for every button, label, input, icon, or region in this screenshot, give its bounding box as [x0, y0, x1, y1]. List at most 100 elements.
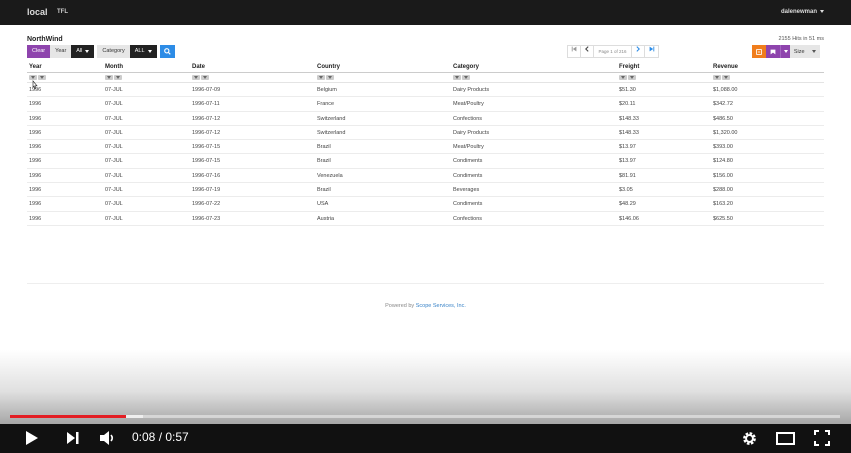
- table-tools: Size: [752, 45, 820, 58]
- theater-mode-icon[interactable]: [776, 432, 795, 445]
- table-cell: Meat/Poultry: [453, 144, 484, 151]
- table-cell: Switzerland: [317, 115, 346, 122]
- filter-toolbar: Clear Year All Category ALL: [27, 45, 175, 58]
- table-cell: Confections: [453, 215, 483, 222]
- table-cell: $13.97: [619, 158, 636, 165]
- progress-bar[interactable]: [10, 415, 840, 418]
- table-cell: Brazil: [317, 187, 331, 194]
- chevron-down-icon: [820, 9, 824, 13]
- nav-link-tfl[interactable]: TFL: [57, 9, 68, 15]
- table-row: 1996 07-JUL 1996-07-15 Brazil Meat/Poultry $1…: [27, 140, 824, 155]
- search-button[interactable]: [159, 45, 175, 58]
- table-cell: $1,320.00: [713, 129, 738, 136]
- table-cell: Condiments: [453, 172, 483, 179]
- sort-desc-button[interactable]: [38, 75, 46, 80]
- powered-link[interactable]: Scope Services, Inc.: [416, 303, 466, 309]
- table-cell: France: [317, 101, 335, 108]
- next-page-button[interactable]: [632, 46, 645, 57]
- table-cell: $163.20: [713, 201, 733, 208]
- table-cell: 07-JUL: [105, 101, 123, 108]
- table-cell: Austria: [317, 215, 335, 222]
- sort-buttons: [192, 75, 209, 80]
- table-cell: 07-JUL: [105, 129, 123, 136]
- table-cell: Confections: [453, 115, 483, 122]
- table-cell: 1996-07-22: [192, 201, 221, 208]
- last-page-button[interactable]: [645, 46, 658, 57]
- sort-asc-button[interactable]: [192, 75, 200, 80]
- sort-asc-button[interactable]: [317, 75, 325, 80]
- pagination: Page 1 of 216: [567, 45, 659, 58]
- page-size-label: Size: [793, 48, 805, 55]
- user-menu[interactable]: dalenewman: [781, 9, 824, 15]
- table-row: 1996 07-JUL 1996-07-12 Switzerland Dairy Pro…: [27, 126, 824, 141]
- first-page-button[interactable]: [568, 46, 581, 57]
- play-icon[interactable]: [25, 430, 39, 446]
- table-cell: $288.00: [713, 187, 733, 194]
- table-row: 1996 07-JUL 1996-07-19 Brazil Beverages $3.05…: [27, 183, 824, 198]
- brand-link[interactable]: local: [27, 7, 48, 17]
- sort-desc-button[interactable]: [628, 75, 636, 80]
- table-cell: $486.50: [713, 115, 733, 122]
- sort-desc-button[interactable]: [722, 75, 730, 80]
- column-header[interactable]: Freight: [619, 64, 639, 70]
- table-header: Year Month Date Country Category Freight Reven…: [27, 62, 824, 73]
- column-header[interactable]: Date: [192, 64, 205, 70]
- sort-buttons: [619, 75, 636, 80]
- table-cell: Condiments: [453, 201, 483, 208]
- category-filter-dropdown[interactable]: ALL: [129, 45, 157, 58]
- sort-buttons: [453, 75, 470, 80]
- mouse-cursor-icon: [32, 80, 38, 90]
- chevron-down-icon: [85, 50, 90, 53]
- sort-desc-button[interactable]: [114, 75, 122, 80]
- sort-asc-button[interactable]: [713, 75, 721, 80]
- clear-button[interactable]: Clear: [27, 45, 51, 58]
- table-cell: Venezuela: [317, 172, 343, 179]
- sort-asc-button[interactable]: [619, 75, 627, 80]
- table-cell: 07-JUL: [105, 158, 123, 165]
- chevron-down-icon: [812, 50, 817, 53]
- bookmark-dropdown[interactable]: [780, 45, 790, 58]
- table-row: 1996 07-JUL 1996-07-11 France Meat/Poultry $2…: [27, 97, 824, 112]
- year-filter-dropdown[interactable]: All: [71, 45, 95, 58]
- flag-icon: [770, 49, 776, 54]
- sort-asc-button[interactable]: [453, 75, 461, 80]
- next-video-icon[interactable]: [66, 431, 80, 445]
- time-display: 0:08 / 0:57: [132, 430, 189, 444]
- table-row: 1996 07-JUL 1996-07-15 Brazil Condiments $13.…: [27, 154, 824, 169]
- table-row: 1996 07-JUL 1996-07-09 Belgium Dairy Product…: [27, 83, 824, 98]
- export-button[interactable]: [752, 45, 766, 58]
- page-size-dropdown[interactable]: Size: [790, 45, 820, 58]
- column-header[interactable]: Country: [317, 64, 340, 70]
- sort-desc-button[interactable]: [462, 75, 470, 80]
- table-cell: 07-JUL: [105, 115, 123, 122]
- chevron-down-icon: [147, 50, 152, 53]
- bookmark-button[interactable]: [766, 45, 780, 58]
- volume-icon[interactable]: [99, 430, 117, 446]
- table-cell: $625.50: [713, 215, 733, 222]
- table-cell: 1996: [29, 215, 42, 222]
- sort-desc-button[interactable]: [201, 75, 209, 80]
- prev-page-button[interactable]: [581, 46, 594, 57]
- table-row: 1996 07-JUL 1996-07-23 Austria Confections $1…: [27, 212, 824, 226]
- column-header[interactable]: Revenue: [713, 64, 738, 70]
- video-frame: local TFL dalenewman NorthWind 2155 Hits…: [0, 0, 851, 453]
- table-cell: 1996-07-23: [192, 215, 221, 222]
- table-cell: 1996-07-12: [192, 129, 221, 136]
- table-cell: 07-JUL: [105, 215, 123, 222]
- gear-icon[interactable]: [741, 430, 758, 447]
- sort-desc-button[interactable]: [326, 75, 334, 80]
- column-header[interactable]: Year: [29, 64, 42, 70]
- table-cell: 1996: [29, 101, 42, 108]
- table-cell: Dairy Products: [453, 129, 490, 136]
- table-cell: 1996: [29, 115, 42, 122]
- column-header[interactable]: Month: [105, 64, 123, 70]
- table-cell: 07-JUL: [105, 201, 123, 208]
- table-cell: $342.72: [713, 101, 733, 108]
- sort-asc-button[interactable]: [105, 75, 113, 80]
- table-cell: 1996-07-15: [192, 144, 221, 151]
- fullscreen-icon[interactable]: [814, 430, 830, 446]
- column-header[interactable]: Category: [453, 64, 479, 70]
- table-cell: 1996: [29, 144, 42, 151]
- powered-by: Powered by Scope Services, Inc.: [0, 303, 851, 309]
- table-cell: Dairy Products: [453, 87, 490, 93]
